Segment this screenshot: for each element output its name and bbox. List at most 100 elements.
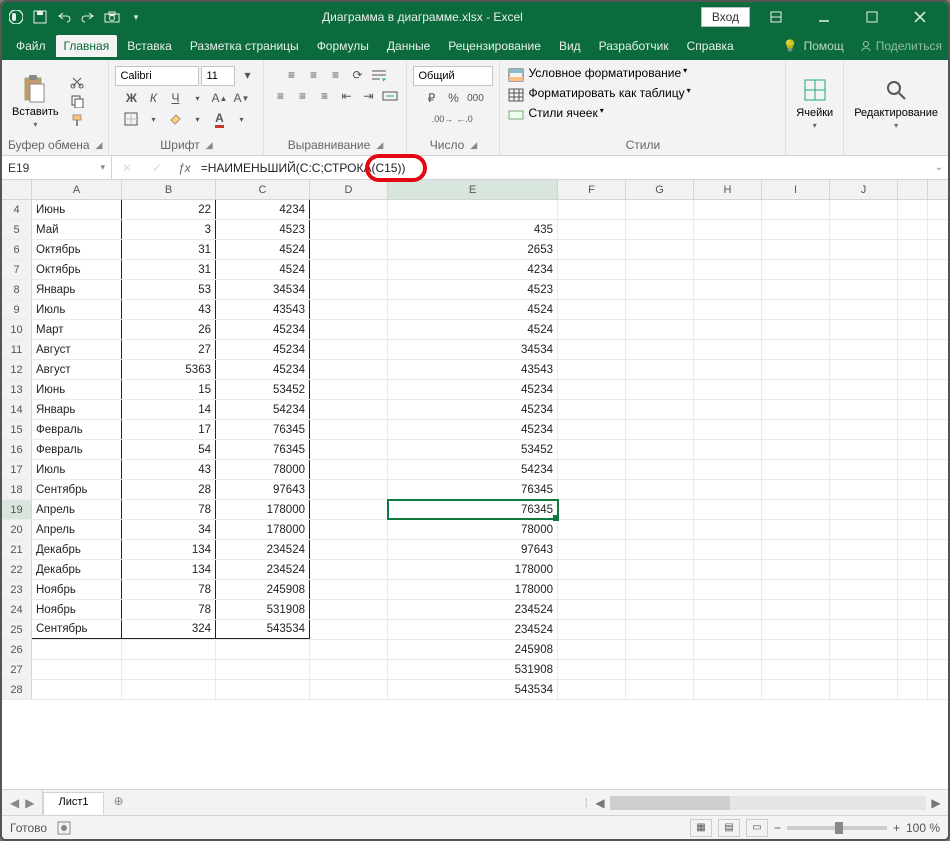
cell[interactable] xyxy=(898,520,928,539)
cell[interactable]: 245908 xyxy=(388,640,558,659)
cell[interactable]: Июль xyxy=(32,300,122,319)
view-page-layout-icon[interactable]: ▤ xyxy=(718,819,740,837)
cell[interactable] xyxy=(762,500,830,519)
cell[interactable] xyxy=(626,360,694,379)
cell[interactable] xyxy=(830,620,898,639)
cell[interactable] xyxy=(558,500,626,519)
cell[interactable] xyxy=(830,360,898,379)
cell[interactable] xyxy=(310,520,388,539)
cell[interactable]: 45234 xyxy=(388,420,558,439)
font-launcher-icon[interactable]: ◢ xyxy=(206,140,213,151)
cell[interactable] xyxy=(310,360,388,379)
cell[interactable] xyxy=(830,400,898,419)
cell[interactable] xyxy=(626,580,694,599)
cell[interactable] xyxy=(694,540,762,559)
cell[interactable] xyxy=(830,600,898,619)
cell[interactable] xyxy=(694,520,762,539)
tab-5[interactable]: Данные xyxy=(379,35,438,57)
scroll-right-icon[interactable]: ▶ xyxy=(928,796,944,810)
row-header[interactable]: 22 xyxy=(2,560,32,579)
cell[interactable] xyxy=(558,400,626,419)
col-header-E[interactable]: E xyxy=(388,180,558,199)
underline-dd-icon[interactable]: ▾ xyxy=(187,89,207,107)
worksheet-grid[interactable]: ABCDEFGHIJ 4Июнь2242345Май345234356Октяб… xyxy=(2,180,948,789)
cell[interactable]: 234524 xyxy=(216,540,310,559)
cell[interactable] xyxy=(694,200,762,219)
cell[interactable]: 15 xyxy=(122,380,216,399)
cell[interactable] xyxy=(762,440,830,459)
italic-button[interactable]: К xyxy=(143,89,163,107)
col-header-F[interactable]: F xyxy=(558,180,626,199)
cell[interactable]: Август xyxy=(32,340,122,359)
cell[interactable] xyxy=(216,680,310,699)
cell[interactable] xyxy=(762,280,830,299)
cell[interactable] xyxy=(694,560,762,579)
cell[interactable] xyxy=(694,420,762,439)
cell[interactable] xyxy=(626,280,694,299)
cell[interactable] xyxy=(310,440,388,459)
row-header[interactable]: 27 xyxy=(2,660,32,679)
cell[interactable]: 97643 xyxy=(388,540,558,559)
cell[interactable]: 178000 xyxy=(216,520,310,539)
cell[interactable] xyxy=(626,400,694,419)
row-header[interactable]: 6 xyxy=(2,240,32,259)
cell[interactable] xyxy=(762,580,830,599)
cell[interactable] xyxy=(626,600,694,619)
cell[interactable] xyxy=(898,440,928,459)
cell[interactable]: 22 xyxy=(122,200,216,219)
cell[interactable]: 4524 xyxy=(388,300,558,319)
comma-icon[interactable]: 000 xyxy=(465,89,485,107)
cell[interactable]: 4523 xyxy=(216,220,310,239)
cell[interactable]: Февраль xyxy=(32,440,122,459)
cell[interactable]: 14 xyxy=(122,400,216,419)
cell[interactable]: 78 xyxy=(122,580,216,599)
row-header[interactable]: 24 xyxy=(2,600,32,619)
cell[interactable] xyxy=(694,680,762,699)
cell[interactable] xyxy=(694,480,762,499)
help-hint[interactable]: Помощ xyxy=(804,39,844,53)
cell[interactable] xyxy=(310,240,388,259)
cell[interactable] xyxy=(32,660,122,679)
cell[interactable]: 4234 xyxy=(216,200,310,219)
cell[interactable] xyxy=(626,260,694,279)
cell[interactable]: 78000 xyxy=(388,520,558,539)
cell[interactable] xyxy=(762,220,830,239)
cell[interactable] xyxy=(626,240,694,259)
cell[interactable]: 543534 xyxy=(388,680,558,699)
decrease-decimal-icon[interactable]: ←.0 xyxy=(454,110,474,128)
cell[interactable]: 4524 xyxy=(388,320,558,339)
col-header-J[interactable]: J xyxy=(830,180,898,199)
number-launcher-icon[interactable]: ◢ xyxy=(470,140,477,151)
row-header[interactable]: 8 xyxy=(2,280,32,299)
cell[interactable] xyxy=(762,640,830,659)
cell[interactable] xyxy=(762,680,830,699)
tab-0[interactable]: Файл xyxy=(8,35,54,57)
cell[interactable] xyxy=(694,240,762,259)
cell[interactable] xyxy=(216,640,310,659)
cell[interactable] xyxy=(762,620,830,639)
cell[interactable]: 134 xyxy=(122,560,216,579)
cell[interactable] xyxy=(762,400,830,419)
cell[interactable] xyxy=(762,380,830,399)
cell[interactable] xyxy=(898,560,928,579)
cell[interactable] xyxy=(830,480,898,499)
help-bulb-icon[interactable]: 💡 xyxy=(783,39,798,53)
cell[interactable] xyxy=(898,600,928,619)
align-left-icon[interactable]: ≡ xyxy=(270,87,290,105)
cell[interactable] xyxy=(558,620,626,639)
cell[interactable] xyxy=(830,340,898,359)
underline-button[interactable]: Ч xyxy=(165,89,185,107)
cell[interactable]: Ноябрь xyxy=(32,580,122,599)
cell[interactable] xyxy=(694,300,762,319)
cell[interactable] xyxy=(310,320,388,339)
cell[interactable] xyxy=(898,200,928,219)
cell[interactable] xyxy=(626,640,694,659)
cell[interactable] xyxy=(558,300,626,319)
cell[interactable]: 234524 xyxy=(388,620,558,639)
cell[interactable] xyxy=(694,220,762,239)
percent-icon[interactable]: % xyxy=(443,89,463,107)
cell[interactable] xyxy=(830,640,898,659)
col-header-A[interactable]: A xyxy=(32,180,122,199)
cell[interactable]: 178000 xyxy=(388,560,558,579)
cell[interactable]: Май xyxy=(32,220,122,239)
